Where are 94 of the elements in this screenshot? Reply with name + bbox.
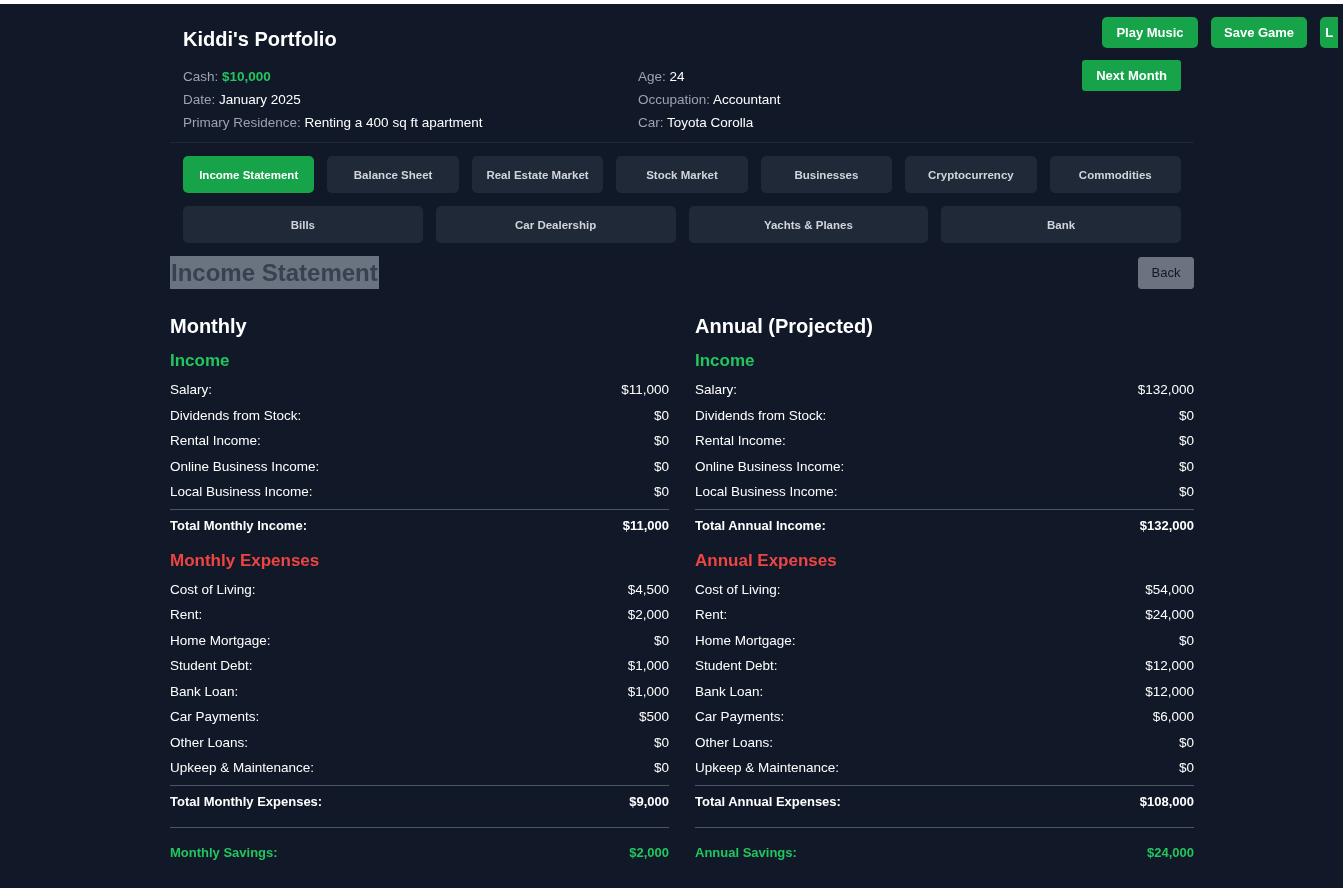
expense-value: $0 [653, 760, 669, 776]
income-label: Local Business Income: [695, 484, 838, 500]
income-label: Salary: [695, 382, 738, 398]
savings-label: Annual Savings: [695, 844, 797, 860]
income-label: Online Business Income: [170, 458, 320, 474]
tab[interactable]: Bills [183, 206, 423, 243]
income-value: $0 [653, 407, 669, 423]
expense-label: Home Mortgage: [695, 632, 796, 648]
info-label: Primary Residence: [183, 115, 301, 130]
income-value: $0 [653, 484, 669, 500]
total-expenses-value: $108,000 [1139, 793, 1194, 809]
expense-label: Other Loans: [170, 734, 249, 750]
income-value: $0 [1178, 433, 1194, 449]
income-label: Rental Income: [170, 433, 261, 449]
expense-label: Cost of Living: [695, 581, 781, 597]
tab[interactable]: Real Estate Market [471, 156, 604, 193]
info-label: Age: [638, 69, 666, 84]
portfolio-title: Kiddi's Portfolio [183, 28, 337, 51]
income-heading: Income [695, 351, 756, 371]
income-value: $0 [653, 458, 669, 474]
expense-label: Student Debt: [170, 658, 253, 674]
expense-value: $500 [638, 709, 669, 725]
column-title: Annual (Projected) [695, 315, 874, 338]
income-label: Local Business Income: [170, 484, 313, 500]
expense-label: Car Payments: [170, 709, 260, 725]
income-label: Salary: [170, 382, 213, 398]
info-value: Toyota Corolla [667, 115, 754, 130]
expense-label: Student Debt: [695, 658, 778, 674]
info-value: Renting a 400 sq ft apartment [304, 115, 483, 130]
income-label: Rental Income: [695, 433, 786, 449]
income-label: Dividends from Stock: [695, 407, 827, 423]
expense-value: $54,000 [1145, 581, 1194, 597]
expense-label: Rent: [170, 607, 203, 623]
expense-value: $0 [1178, 734, 1194, 750]
expense-value: $0 [1178, 632, 1194, 648]
total-income-label: Total Annual Income: [695, 517, 826, 533]
tab[interactable]: Cryptocurrency [905, 156, 1037, 193]
income-value: $132,000 [1137, 382, 1194, 398]
expenses-heading: Monthly Expenses [170, 550, 321, 571]
expense-value: $0 [653, 734, 669, 750]
income-value: $11,000 [621, 382, 669, 398]
income-value: $0 [1178, 407, 1194, 423]
income-value: $0 [1178, 484, 1194, 500]
expense-label: Other Loans: [695, 734, 774, 750]
tab[interactable]: Commodities [1049, 156, 1181, 193]
info-value: $10,000 [222, 69, 271, 84]
savings-value: $2,000 [629, 844, 669, 860]
expense-label: Bank Loan: [170, 683, 239, 699]
tab[interactable]: Bank [941, 206, 1181, 243]
expense-value: $6,000 [1152, 709, 1194, 725]
expense-value: $0 [1178, 760, 1194, 776]
column-title: Monthly [170, 315, 248, 338]
expense-value: $4,500 [627, 581, 669, 597]
tab[interactable]: Car Dealership [435, 206, 676, 243]
expense-value: $12,000 [1145, 658, 1194, 674]
back-button[interactable]: Back [1138, 256, 1194, 289]
info-label: Car: [638, 115, 664, 130]
tab[interactable]: Balance Sheet [327, 156, 459, 193]
expense-label: Bank Loan: [695, 683, 764, 699]
info-label: Date: [183, 92, 216, 107]
expense-value: $0 [653, 632, 669, 648]
expense-value: $24,000 [1145, 607, 1194, 623]
total-income-value: $132,000 [1139, 517, 1194, 533]
total-income-label: Total Monthly Income: [170, 517, 307, 533]
info-label: Cash: [183, 69, 219, 84]
expense-value: $12,000 [1145, 683, 1194, 699]
expense-label: Upkeep & Maintenance: [695, 760, 840, 776]
total-income-value: $11,000 [622, 517, 669, 533]
income-value: $0 [653, 433, 669, 449]
expenses-heading: Annual Expenses [695, 550, 838, 571]
expense-label: Car Payments: [695, 709, 785, 725]
income-label: Online Business Income: [695, 458, 845, 474]
total-expenses-label: Total Annual Expenses: [695, 793, 841, 809]
expense-label: Home Mortgage: [170, 632, 271, 648]
total-expenses-value: $9,000 [629, 793, 669, 809]
info-label: Occupation: [638, 92, 711, 107]
savings-value: $24,000 [1147, 844, 1194, 860]
income-value: $0 [1178, 458, 1194, 474]
tab[interactable]: Stock Market [616, 156, 748, 193]
total-expenses-label: Total Monthly Expenses: [170, 793, 323, 809]
expense-value: $1,000 [627, 683, 669, 699]
expense-value: $2,000 [627, 607, 669, 623]
income-label: Dividends from Stock: [170, 407, 302, 423]
income-heading: Income [170, 351, 231, 371]
info-value: January 2025 [219, 92, 301, 107]
expense-value: $1,000 [627, 658, 669, 674]
info-value: 24 [669, 69, 685, 84]
expense-label: Rent: [695, 607, 728, 623]
expense-label: Cost of Living: [170, 581, 256, 597]
tab[interactable]: Yachts & Planes [688, 206, 929, 243]
info-value: Accountant [713, 92, 781, 107]
expense-label: Upkeep & Maintenance: [170, 760, 315, 776]
savings-label: Monthly Savings: [170, 844, 278, 860]
tab[interactable]: Businesses [760, 156, 893, 193]
